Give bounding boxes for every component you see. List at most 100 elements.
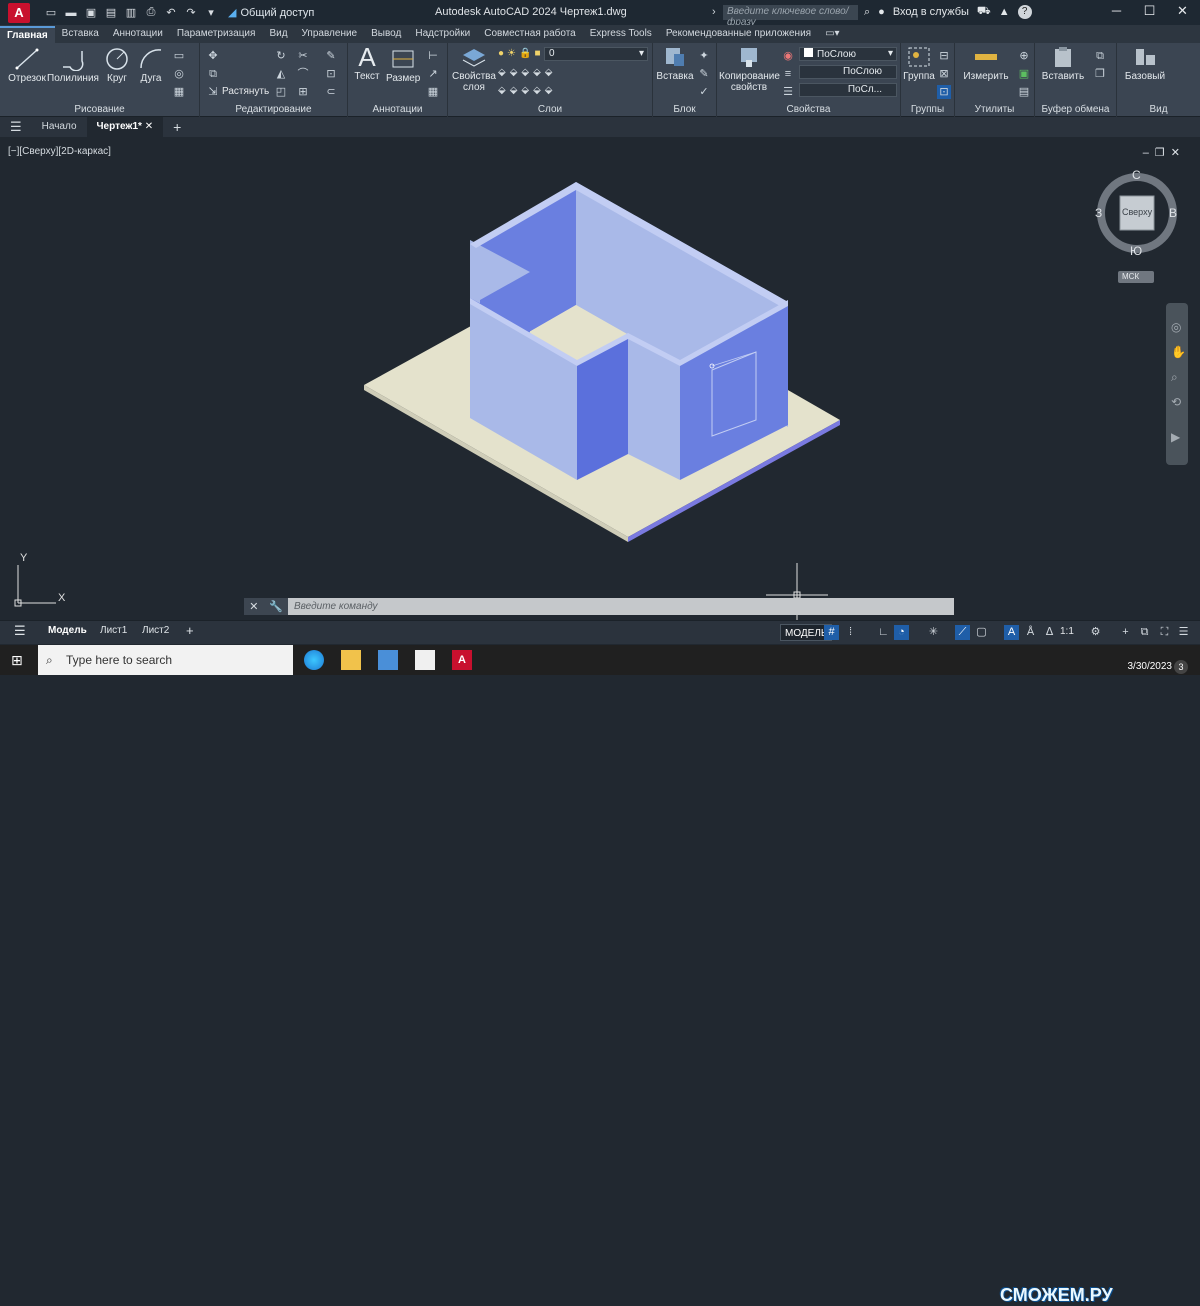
trim-icon[interactable]: ✂ (296, 49, 310, 63)
open-folder-icon[interactable]: ▬ (64, 6, 78, 20)
add-layout-icon[interactable]: + (186, 623, 194, 638)
annotation-group-label[interactable]: Аннотации (348, 104, 447, 115)
fullscreen-icon[interactable]: ⛶ (1157, 625, 1172, 640)
stretch-icon[interactable]: ⇲ (206, 85, 220, 99)
orbit-icon[interactable]: ⟲ (1171, 395, 1181, 409)
compass-east[interactable]: В (1169, 206, 1177, 220)
layers-group-label[interactable]: Слои (448, 104, 652, 115)
search-icon[interactable]: ⌕ (864, 6, 870, 19)
layer-tools-row1-icons[interactable]: ⬙⬙⬙⬙⬙ (498, 67, 556, 78)
command-input[interactable]: Введите команду (288, 598, 954, 615)
ribbon-tab[interactable]: Вид (262, 26, 294, 43)
lineweight-dropdown[interactable]: ПоСлою (799, 65, 897, 79)
color-dropdown[interactable]: ПоСлою ▾ (799, 47, 897, 61)
ribbon-tab[interactable]: Главная (0, 26, 55, 43)
rectangle-icon[interactable]: ▭ (172, 49, 186, 63)
block-group-label[interactable]: Блок (653, 104, 716, 115)
move-icon[interactable]: ✥ (206, 49, 220, 63)
clipboard-group-label[interactable]: Буфер обмена (1035, 104, 1116, 115)
text-tool[interactable]: A Текст (352, 44, 382, 82)
drawing-area[interactable]: [−][Сверху][2D-каркас] –❐✕ Y X Сверху С … (0, 140, 1200, 620)
cmd-close-icon[interactable]: ✕ (249, 600, 258, 613)
array-icon[interactable]: ⊞ (296, 85, 310, 99)
ribbon-tabs-more-icon[interactable]: ▭▾ (818, 26, 846, 43)
edge-icon[interactable] (304, 650, 324, 670)
mirror-icon[interactable]: ◭ (274, 67, 288, 81)
help-icon[interactable]: ? (1017, 5, 1032, 19)
layer-dropdown[interactable]: 0 ▾ (544, 47, 648, 61)
quick-select-icon[interactable]: ⊕ (1017, 49, 1031, 63)
linear-dim-icon[interactable]: ⊢ (426, 49, 440, 63)
sheet2-tab[interactable]: Лист2 (142, 625, 169, 636)
annovis-icon[interactable]: Å (1023, 625, 1038, 640)
ortho-icon[interactable]: ∟ (876, 625, 891, 640)
layer-properties-tool[interactable]: Свойства слоя (452, 45, 496, 93)
close-tab-icon[interactable]: ✕ (145, 121, 153, 132)
cart-icon[interactable]: ⛟ (977, 5, 991, 19)
polyline-tool[interactable]: Полилиния (46, 47, 100, 84)
ribbon-tab[interactable]: Параметризация (170, 26, 263, 43)
isolate-icon[interactable]: ⧉ (1137, 625, 1152, 640)
new-tab-icon[interactable]: + (163, 117, 191, 137)
ungroup-icon[interactable]: ⊟ (937, 49, 951, 63)
block-attr-icon[interactable]: ✓ (697, 85, 711, 99)
scale-icon[interactable]: ◰ (274, 85, 288, 99)
copy-clip-icon[interactable]: ❐ (1093, 67, 1107, 81)
annotation-scale-icon[interactable]: A (1004, 625, 1019, 640)
help-search-input[interactable]: Введите ключевое слово/фразу (723, 5, 858, 28)
ribbon-tab[interactable]: Express Tools (583, 26, 659, 43)
workspace-gear-icon[interactable]: ⚙ (1088, 625, 1103, 640)
save-as-icon[interactable]: ▤ (104, 6, 118, 20)
calculator-icon[interactable]: ▤ (1017, 85, 1031, 99)
groups-group-label[interactable]: Группы (901, 104, 954, 115)
dimension-tool[interactable]: Размер (386, 47, 420, 84)
polar-icon[interactable]: ◔ (894, 625, 909, 640)
offset-icon[interactable]: ⊂ (324, 85, 338, 99)
base-view-tool[interactable]: Базовый (1123, 45, 1167, 82)
web-save-icon[interactable]: ▥ (124, 6, 138, 20)
edit-block-icon[interactable]: ✎ (697, 67, 711, 81)
autoscale-icon[interactable]: ᐃ (1042, 625, 1057, 640)
print-icon[interactable]: ⎙ (144, 6, 158, 20)
arc-tool[interactable]: Дуга (136, 47, 166, 84)
zoom-icon[interactable]: ⌕ (1171, 370, 1178, 385)
circle-tool[interactable]: Круг (102, 47, 132, 84)
undo-icon[interactable]: ↶ (164, 6, 178, 20)
insert-block-tool[interactable]: Вставка (655, 45, 695, 82)
start-tab[interactable]: Начало (32, 117, 87, 137)
isodraft-icon[interactable]: ✳ (926, 625, 941, 640)
fillet-icon[interactable]: ⌒ (296, 67, 310, 81)
redo-icon[interactable]: ↷ (184, 6, 198, 20)
ribbon-tab[interactable]: Рекомендованные приложения (659, 26, 818, 43)
viewcube-top-label[interactable]: Сверху (1122, 207, 1152, 217)
compass-west[interactable]: З (1095, 206, 1102, 220)
notification-badge[interactable]: 3 (1174, 660, 1188, 674)
grid-icon[interactable]: # (824, 625, 839, 640)
app-logo[interactable]: A (8, 2, 30, 23)
taskbar-date[interactable]: 3/30/2023 (1128, 661, 1173, 672)
utilities-group-label[interactable]: Утилиты (955, 104, 1034, 115)
ucs-dropdown[interactable]: МСК (1122, 272, 1139, 281)
leader-icon[interactable]: ↗ (426, 67, 440, 81)
customize-dropdown-icon[interactable]: ▾ (204, 6, 218, 20)
autocad-taskbar-icon[interactable]: A (452, 650, 472, 670)
scale-dropdown[interactable]: 1:1 (1060, 626, 1074, 637)
ribbon-tab[interactable]: Управление (295, 26, 365, 43)
ribbon-tab[interactable]: Вставка (55, 26, 106, 43)
cut-icon[interactable]: ⧉ (1093, 49, 1107, 63)
maximize-icon[interactable]: ☐ (1133, 3, 1166, 19)
gradient-icon[interactable]: ▦ (172, 85, 186, 99)
ribbon-tab[interactable]: Аннотации (106, 26, 170, 43)
properties-group-label[interactable]: Свойства (717, 104, 900, 115)
close-icon[interactable]: ✕ (1166, 3, 1199, 19)
layer-tools-row2-icons[interactable]: ⬙⬙⬙⬙⬙ (498, 85, 556, 96)
lineweight-toggle-icon[interactable]: ▢ (974, 625, 989, 640)
explode-icon[interactable]: ⊡ (324, 67, 338, 81)
new-file-icon[interactable]: ▭ (44, 6, 58, 20)
osnap-icon[interactable]: ⟋ (955, 625, 970, 640)
compass-south[interactable]: Ю (1130, 244, 1142, 258)
save-icon[interactable]: ▣ (84, 6, 98, 20)
share-button[interactable]: ◢ Общий доступ (228, 6, 314, 20)
measure-tool[interactable]: Измерить (959, 45, 1013, 82)
view-group-label[interactable]: Вид (1117, 104, 1200, 115)
